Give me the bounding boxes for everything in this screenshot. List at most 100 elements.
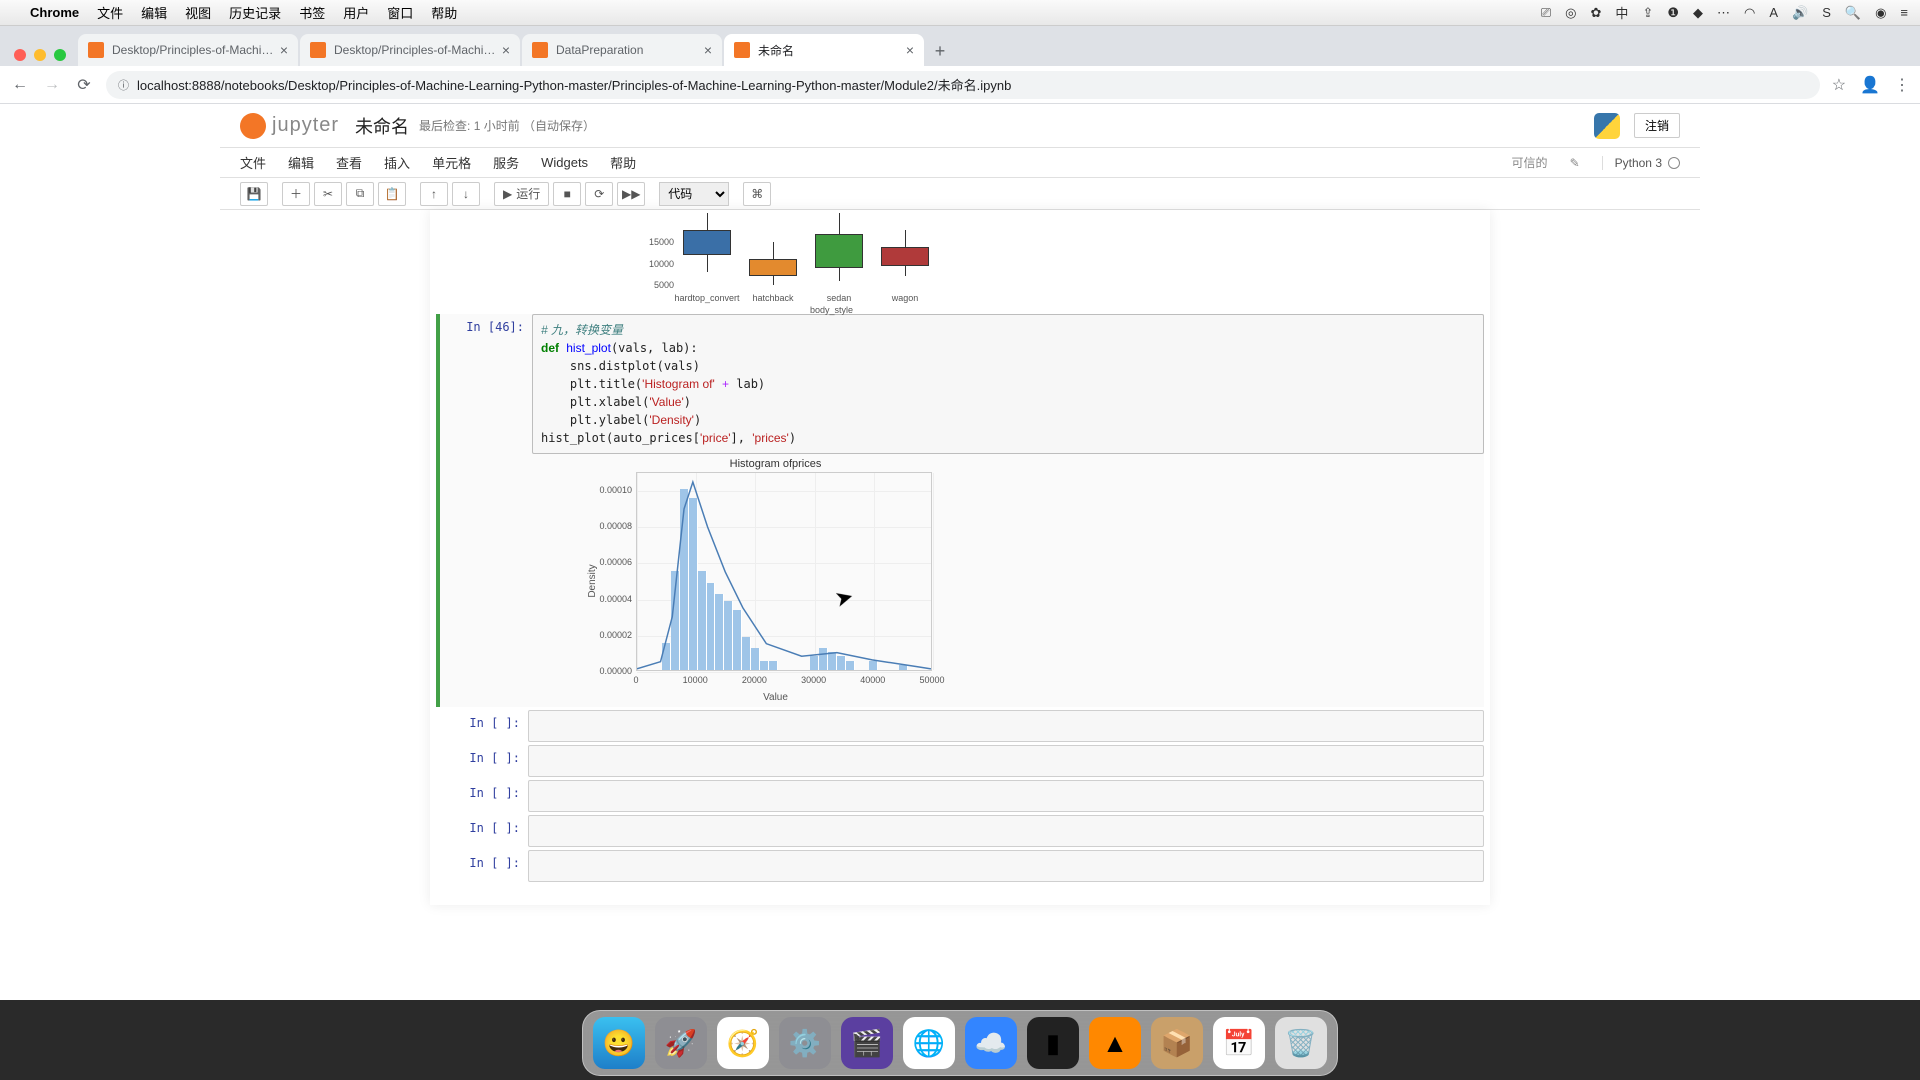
profile-icon[interactable]: 👤 [1860,75,1880,95]
jp-menu-widgets[interactable]: Widgets [541,155,588,170]
jp-menu-file[interactable]: 文件 [240,153,266,172]
close-icon[interactable]: × [906,42,914,58]
star-icon[interactable]: ☆ [1832,75,1846,95]
reload-button[interactable]: ⟳ [74,75,94,95]
paste-button[interactable]: 📋 [378,182,406,206]
empty-cell[interactable]: In [ ]: [436,710,1484,742]
tray-icon[interactable]: ◎ [1565,5,1576,21]
jp-menu-edit[interactable]: 编辑 [288,153,314,172]
baidu-app[interactable]: ☁️ [965,1017,1017,1069]
tab-1[interactable]: Desktop/Principles-of-Machine× [300,34,520,66]
tabstrip: Desktop/Principles-of-Machine× Desktop/P… [0,26,1920,66]
cell-type-select[interactable]: 代码 [659,182,729,206]
code-input[interactable] [528,710,1484,742]
tab-0[interactable]: Desktop/Principles-of-Machine× [78,34,298,66]
tray-icon[interactable]: ⎚ [1541,5,1551,21]
tab-3[interactable]: 未命名× [724,34,924,66]
code-input[interactable] [528,745,1484,777]
wifi-icon[interactable]: ◠ [1744,5,1755,21]
tray-icon[interactable]: ❶ [1667,5,1679,21]
chrome-app[interactable]: 🌐 [903,1017,955,1069]
menu-edit[interactable]: 编辑 [141,3,167,22]
terminal-app[interactable]: ▮ [1027,1017,1079,1069]
run-button[interactable]: ▶ 运行 [494,182,549,206]
run-all-button[interactable]: ▶▶ [617,182,645,206]
tray-icon[interactable]: ⇪ [1642,5,1653,21]
add-cell-button[interactable]: ＋ [282,182,310,206]
menu-history[interactable]: 历史记录 [229,3,281,22]
command-palette-button[interactable]: ⌘ [743,182,771,206]
jp-menu-cell[interactable]: 单元格 [432,153,471,172]
forward-button[interactable]: → [42,76,62,94]
menu-icon[interactable]: ⋮ [1894,75,1910,95]
jp-menu-kernel[interactable]: 服务 [493,153,519,172]
calendar-app[interactable]: 📅 [1213,1017,1265,1069]
kernel-status-icon [1668,157,1680,169]
code-input[interactable] [528,850,1484,882]
jp-menu-insert[interactable]: 插入 [384,153,410,172]
logout-button[interactable]: 注销 [1634,113,1680,138]
new-tab-button[interactable]: + [926,41,954,66]
launchpad-app[interactable]: 🚀 [655,1017,707,1069]
copy-button[interactable]: ⧉ [346,182,374,206]
menu-bookmarks[interactable]: 书签 [299,3,325,22]
move-down-button[interactable]: ↓ [452,182,480,206]
empty-cell[interactable]: In [ ]: [436,745,1484,777]
tray-icon[interactable]: ◆ [1693,5,1703,21]
siri-icon[interactable]: ◉ [1875,5,1886,21]
close-icon[interactable]: × [502,42,510,58]
code-cell-46[interactable]: In [46]: # 九，转换变量 def hist_plot(vals, la… [436,314,1484,707]
safari-app[interactable]: 🧭 [717,1017,769,1069]
trusted-label[interactable]: 可信的 [1512,154,1548,171]
cut-button[interactable]: ✂ [314,182,342,206]
stop-button[interactable]: ■ [553,182,581,206]
jupyter-header: jupyter 未命名 最后检查: 1 小时前 （自动保存） 注销 [220,104,1700,148]
output-cell: 50001000015000hardtop_converthatchbackse… [436,221,1484,311]
url-text: localhost:8888/notebooks/Desktop/Princip… [137,75,1011,94]
pencil-icon[interactable]: ✎ [1570,156,1580,170]
menu-file[interactable]: 文件 [97,3,123,22]
vlc-app[interactable]: ▲ [1089,1017,1141,1069]
jp-menu-help[interactable]: 帮助 [610,153,636,172]
save-button[interactable]: 💾 [240,182,268,206]
settings-app[interactable]: ⚙️ [779,1017,831,1069]
menu-help[interactable]: 帮助 [431,3,457,22]
menu-window[interactable]: 窗口 [387,3,413,22]
close-icon[interactable]: × [704,42,712,58]
menu-user[interactable]: 用户 [343,3,369,22]
close-icon[interactable]: × [280,42,288,58]
search-icon[interactable]: 🔍 [1845,5,1861,21]
tray-icon[interactable]: A [1769,5,1778,20]
site-info-icon[interactable]: ⓘ [118,77,129,93]
package-app[interactable]: 📦 [1151,1017,1203,1069]
tab-2[interactable]: DataPreparation× [522,34,722,66]
kernel-indicator[interactable]: Python 3 [1602,156,1680,170]
omnibox[interactable]: ⓘ localhost:8888/notebooks/Desktop/Princ… [106,71,1820,99]
finder-app[interactable]: 😀 [593,1017,645,1069]
notebook-title[interactable]: 未命名 [355,113,409,139]
trash-app[interactable]: 🗑️ [1275,1017,1327,1069]
jupyter-logo[interactable]: jupyter [240,113,339,139]
back-button[interactable]: ← [10,76,30,94]
close-window[interactable] [14,49,26,61]
empty-cell[interactable]: In [ ]: [436,815,1484,847]
restart-button[interactable]: ⟳ [585,182,613,206]
code-input[interactable]: # 九，转换变量 def hist_plot(vals, lab): sns.d… [532,314,1484,454]
volume-icon[interactable]: 🔊 [1792,5,1808,21]
imovie-app[interactable]: 🎬 [841,1017,893,1069]
code-input[interactable] [528,780,1484,812]
move-up-button[interactable]: ↑ [420,182,448,206]
menu-icon[interactable]: ≡ [1900,5,1908,20]
maximize-window[interactable] [54,49,66,61]
minimize-window[interactable] [34,49,46,61]
tray-icon[interactable]: 中 [1615,3,1628,22]
empty-cell[interactable]: In [ ]: [436,850,1484,882]
tray-icon[interactable]: ✿ [1591,5,1602,21]
empty-cell[interactable]: In [ ]: [436,780,1484,812]
menu-view[interactable]: 视图 [185,3,211,22]
code-input[interactable] [528,815,1484,847]
tray-icon[interactable]: S [1822,5,1831,20]
jp-menu-view[interactable]: 查看 [336,153,362,172]
app-name[interactable]: Chrome [30,5,79,20]
tray-icon[interactable]: ⋯ [1717,5,1730,21]
